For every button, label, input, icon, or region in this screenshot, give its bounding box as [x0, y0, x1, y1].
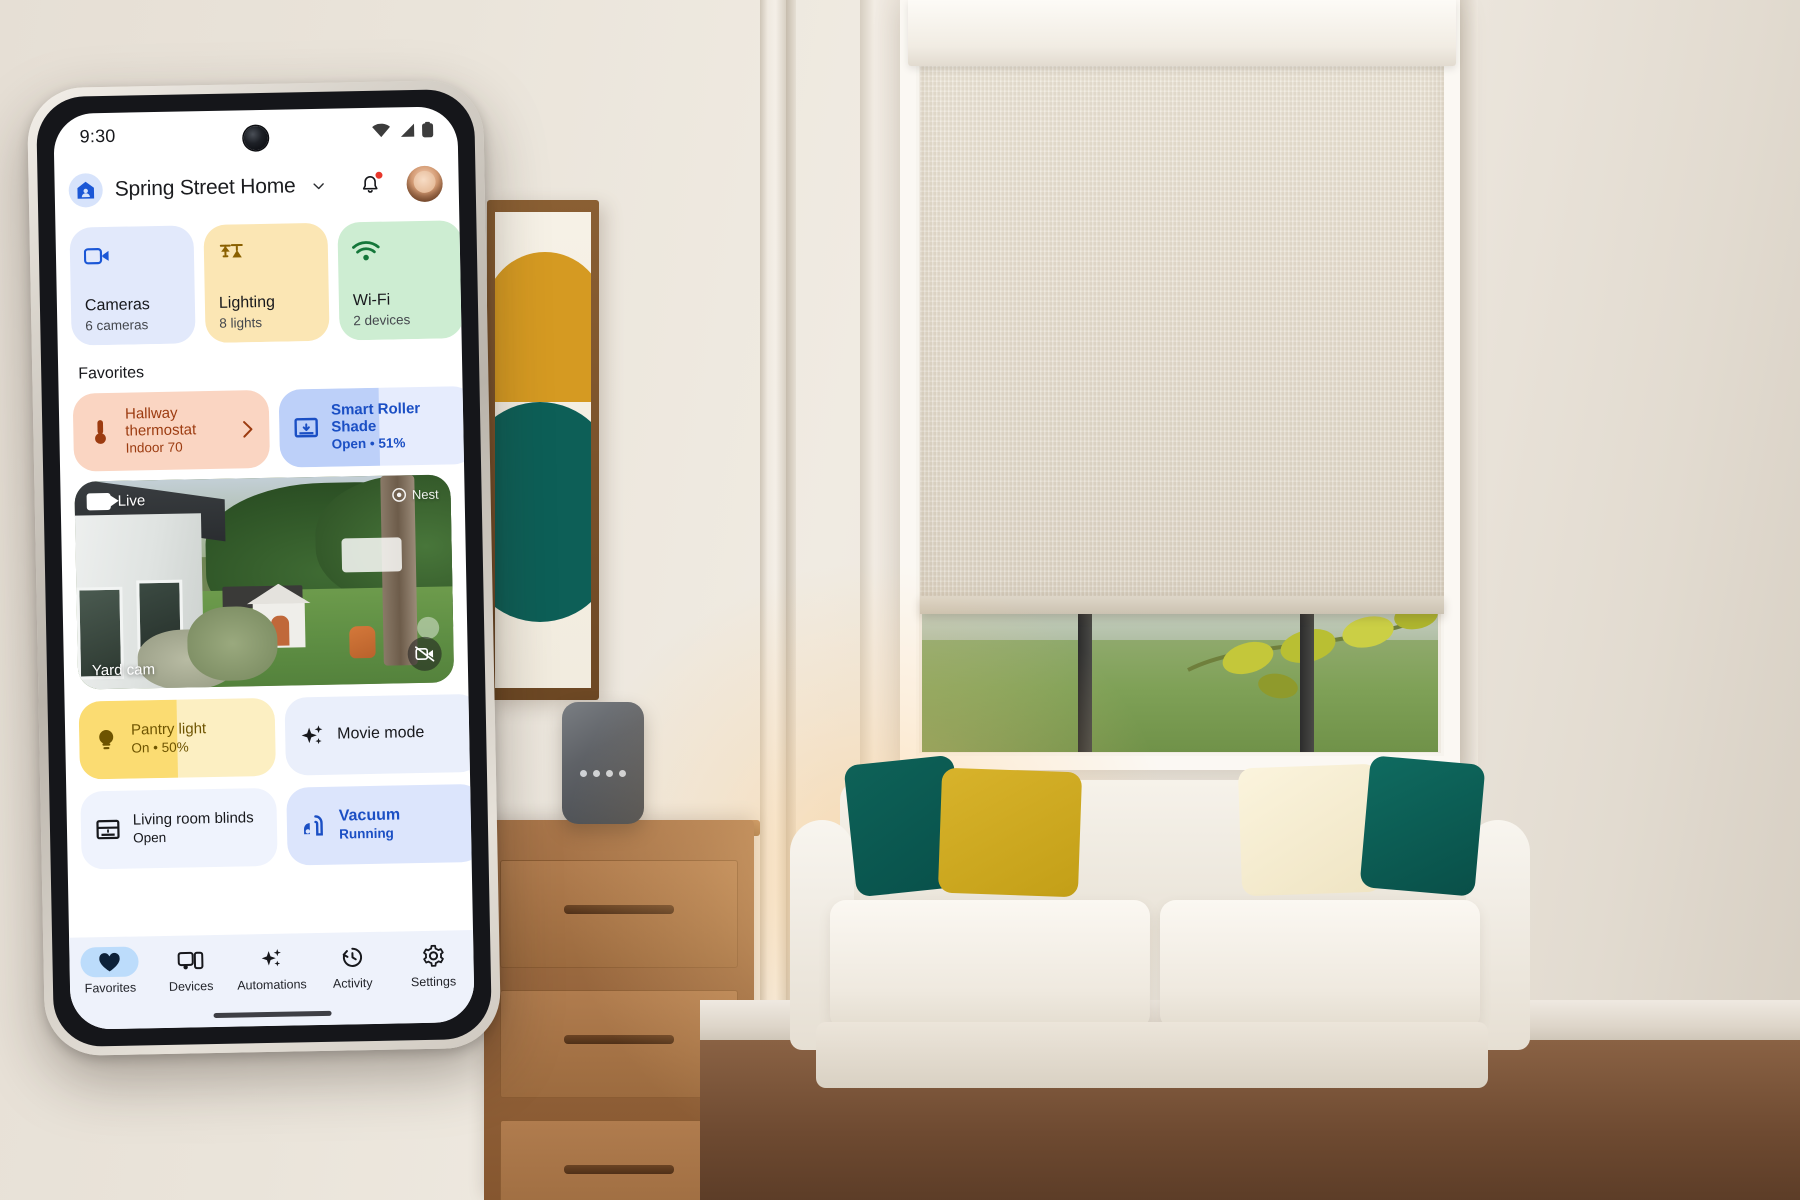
heart-icon	[80, 946, 140, 978]
nav-label: Devices	[168, 979, 214, 994]
tile-state: Indoor 70	[125, 439, 183, 457]
tile-vacuum[interactable]: Vacuum Running	[286, 783, 473, 866]
nest-brand-label: Nest	[411, 486, 439, 503]
favorites-row-1: Hallway thermostat Indoor 70 Smart Rolle…	[59, 385, 473, 472]
favorites-row-3: Living room blinds Open Vacuum Running	[66, 772, 473, 870]
wifi-icon	[371, 123, 390, 138]
tile-name: Smart Roller Shade	[330, 399, 421, 436]
quick-action-subtitle: 2 devices	[353, 312, 411, 329]
tile-pantry-light[interactable]: Pantry light On • 50%	[78, 697, 276, 780]
tile-movie-mode[interactable]: Movie mode	[284, 693, 473, 776]
phone-chassis: 9:30 Spring Street Home Cameras 6 camera…	[26, 79, 502, 1057]
quick-action-subtitle: 6 cameras	[85, 317, 149, 334]
tile-name: Movie mode	[337, 724, 425, 743]
tile-name: Living room blinds	[132, 809, 254, 829]
wifi-icon	[352, 234, 451, 266]
camera-dog	[349, 625, 376, 659]
tile-smart-roller-shade[interactable]: Smart Roller Shade Open • 51%	[278, 385, 473, 468]
notification-bell-icon[interactable]	[354, 170, 385, 201]
lighting-icon	[218, 237, 317, 269]
nav-item-settings[interactable]: Settings	[396, 940, 471, 989]
quick-action-title: Lighting	[218, 294, 276, 313]
devices-icon	[161, 945, 220, 976]
nav-label: Activity	[332, 975, 373, 991]
home-badge-icon[interactable]	[68, 173, 104, 208]
tile-living-room-blinds[interactable]: Living room blinds Open	[80, 787, 278, 870]
page-title: Spring Street Home	[114, 174, 296, 201]
quick-action-title: Wi-Fi	[352, 291, 391, 310]
status-bar: 9:30	[53, 106, 458, 160]
window-mullion-right	[1300, 600, 1314, 752]
nav-label: Settings	[410, 974, 457, 990]
app-header: Spring Street Home	[54, 152, 459, 222]
tile-name: Hallway thermostat	[124, 404, 197, 440]
favorites-row-2: Pantry light On • 50% Movie mode	[64, 682, 473, 780]
nav-label: Automations	[237, 977, 307, 993]
sofa	[790, 754, 1530, 1200]
camera-name-label: Yard cam	[91, 661, 156, 680]
sparkle-icon	[242, 943, 301, 974]
thermostat-icon	[87, 419, 113, 445]
sofa-seat-right	[1160, 900, 1480, 1030]
nest-logo-icon	[392, 487, 407, 502]
vacuum-icon	[301, 814, 327, 838]
avatar[interactable]	[406, 165, 443, 203]
tile-state: Open • 51%	[331, 435, 406, 453]
gear-icon	[404, 940, 463, 971]
quick-action-wifi[interactable]: Wi-Fi 2 devices	[337, 220, 462, 341]
smart-roller-shade-cassette	[908, 0, 1456, 66]
nav-item-favorites[interactable]: Favorites	[73, 946, 148, 996]
nav-label: Favorites	[84, 980, 137, 996]
history-icon	[323, 942, 382, 973]
app-content: Cameras 6 cameras Lighting 8 lights Wi-F…	[55, 214, 473, 938]
notification-unread-dot	[374, 170, 384, 180]
live-badge: Live	[86, 492, 146, 511]
nav-item-devices[interactable]: Devices	[153, 945, 228, 994]
quick-action-cameras[interactable]: Cameras 6 cameras	[69, 225, 196, 346]
smartphone: 9:30 Spring Street Home Cameras 6 camera…	[26, 79, 502, 1057]
camera-shrub	[186, 605, 279, 682]
pillow-yellow	[937, 767, 1083, 898]
nav-item-activity[interactable]: Activity	[315, 942, 390, 991]
sofa-base	[816, 1022, 1488, 1088]
nav-item-automations[interactable]: Automations	[234, 943, 309, 993]
live-label: Live	[117, 492, 146, 510]
camera-patio-chairs	[341, 537, 403, 573]
quick-action-subtitle: 8 lights	[219, 314, 263, 331]
status-time: 9:30	[79, 125, 116, 146]
chevron-down-icon[interactable]	[309, 177, 327, 195]
tile-state: Running	[338, 825, 394, 842]
tile-name: Pantry light	[130, 720, 207, 739]
status-icons	[371, 121, 434, 139]
front-camera-punch-hole	[243, 125, 268, 151]
camera-feed-card[interactable]: Live Nest Yard cam	[74, 474, 455, 690]
favorites-section-label: Favorites	[78, 364, 145, 383]
quick-actions-row[interactable]: Cameras 6 cameras Lighting 8 lights Wi-F…	[55, 214, 462, 346]
bulb-icon	[93, 728, 119, 752]
phone-screen: 9:30 Spring Street Home Cameras 6 camera…	[53, 106, 475, 1030]
phone-bezel: 9:30 Spring Street Home Cameras 6 camera…	[35, 88, 493, 1048]
pillow-teal-right	[1359, 755, 1486, 897]
tile-state: On • 50%	[131, 739, 189, 756]
quick-action-lighting[interactable]: Lighting 8 lights	[203, 222, 330, 344]
artwork-shape-arch	[495, 252, 591, 402]
tile-hallway-thermostat[interactable]: Hallway thermostat Indoor 70	[72, 389, 271, 472]
video-camera-icon	[83, 240, 183, 272]
tile-state: Open	[133, 829, 167, 846]
smart-roller-shade-fabric	[920, 62, 1444, 612]
battery-icon	[421, 121, 434, 138]
sparkle-icon	[299, 723, 325, 749]
blinds-icon	[95, 819, 121, 841]
roller-shade-icon	[293, 417, 319, 439]
tile-name: Vacuum	[338, 806, 401, 825]
quick-action-title: Cameras	[84, 296, 151, 315]
video-camera-icon	[86, 492, 111, 511]
chevron-right-icon[interactable]	[240, 419, 255, 439]
nest-brand-badge: Nest	[392, 487, 439, 503]
sofa-seat-left	[830, 900, 1150, 1030]
cellular-signal-icon	[397, 123, 415, 137]
